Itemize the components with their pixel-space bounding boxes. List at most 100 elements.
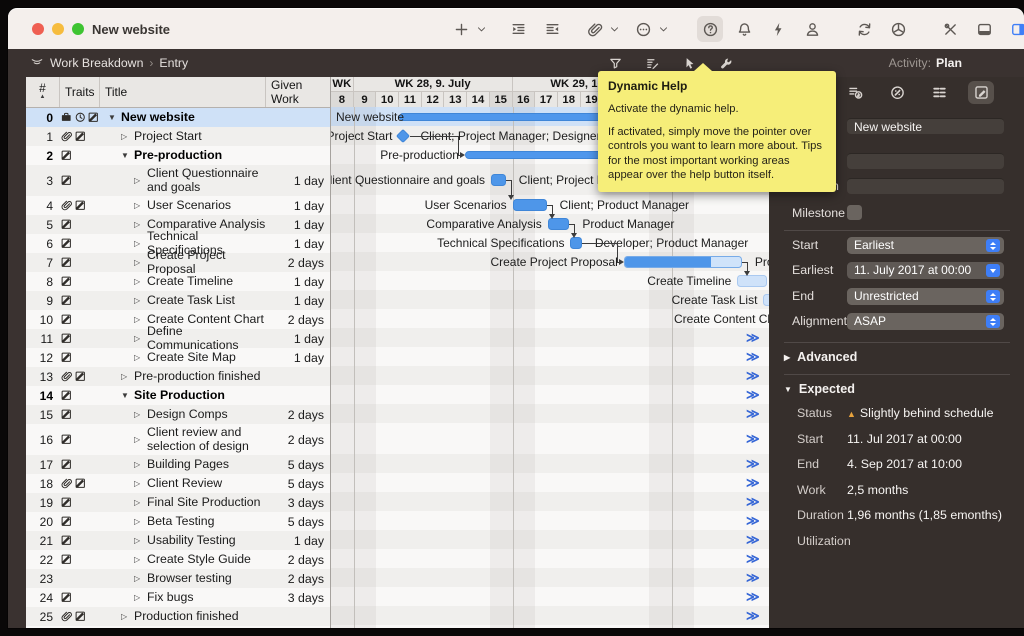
assign-user-icon[interactable] [799, 16, 825, 42]
disclosure-triangle[interactable]: ▷ [134, 174, 147, 188]
column-header-traits[interactable]: Traits [60, 77, 100, 107]
breadcrumb-section[interactable]: Work Breakdown [50, 56, 143, 70]
breadcrumb-page[interactable]: Entry [159, 56, 188, 70]
format-icon[interactable] [645, 56, 660, 71]
table-row[interactable]: 21▷Usability Testing1 day [26, 531, 330, 550]
disclosure-triangle[interactable]: ▷ [121, 610, 134, 624]
zoom-window-button[interactable] [72, 23, 84, 35]
tab-cost-icon[interactable] [842, 81, 868, 104]
settings-wrench-icon[interactable] [719, 56, 734, 71]
share-network-icon[interactable] [885, 16, 911, 42]
tab-rows-icon[interactable] [926, 81, 952, 104]
earliest-dropdown-button[interactable] [986, 264, 1000, 277]
table-row[interactable]: 17▷Building Pages5 days [26, 455, 330, 474]
disclosure-triangle[interactable]: ▷ [134, 199, 147, 213]
disclosure-triangle[interactable]: ▷ [134, 351, 147, 365]
tools-icon[interactable] [937, 16, 963, 42]
disclosure-triangle[interactable]: ▷ [134, 496, 147, 510]
quick-action-bolt-icon[interactable] [765, 16, 791, 42]
table-row[interactable]: 3▷Client Questionnaire and goals1 day [26, 165, 330, 196]
milestone-checkbox[interactable] [847, 205, 862, 220]
earliest-date-select[interactable]: 11. July 2017 at 00:00 [847, 262, 1004, 279]
duration-input[interactable] [847, 178, 1004, 194]
row-title: Pre-production finished [134, 370, 266, 384]
work-input[interactable] [847, 153, 1004, 169]
sync-icon[interactable] [851, 16, 877, 42]
table-row[interactable]: 9▷Create Task List1 day [26, 291, 330, 310]
expected-section-header[interactable]: ▼ Expected [784, 382, 855, 396]
table-row[interactable]: 23▷Browser testing2 days [26, 569, 330, 588]
disclosure-triangle[interactable]: ▷ [134, 591, 147, 605]
table-row[interactable]: 1▷Project Start [26, 127, 330, 146]
help-icon[interactable] [697, 16, 723, 42]
table-row[interactable]: 0▼New website [26, 108, 330, 127]
alignment-select[interactable]: ASAP [847, 313, 1004, 330]
table-row[interactable]: 8▷Create Timeline1 day [26, 272, 330, 291]
add-icon[interactable] [448, 16, 474, 42]
table-row[interactable]: 7▷Create Project Proposal2 days [26, 253, 330, 272]
table-row[interactable]: 13▷Pre-production finished [26, 367, 330, 386]
column-header-given-work[interactable]: Given Work [266, 77, 330, 107]
table-row[interactable]: 11▷Define Communications1 day [26, 329, 330, 348]
disclosure-triangle[interactable]: ▷ [121, 130, 134, 144]
title-input[interactable]: New website [847, 118, 1004, 134]
table-row[interactable]: 25▷Production finished [26, 607, 330, 626]
filter-icon[interactable] [608, 56, 623, 71]
start-select[interactable]: Earliest [847, 237, 1004, 254]
toggle-inspector-panel-icon[interactable] [1005, 16, 1024, 42]
column-header-number[interactable]: # ▲ [26, 77, 60, 107]
disclosure-triangle[interactable]: ▷ [134, 256, 147, 270]
table-row[interactable]: 24▷Fix bugs3 days [26, 588, 330, 607]
disclosure-triangle[interactable]: ▷ [134, 275, 147, 289]
tab-utilization-icon[interactable] [884, 81, 910, 104]
disclosure-triangle[interactable]: ▼ [108, 111, 121, 125]
start-stepper[interactable] [986, 239, 1000, 252]
close-window-button[interactable] [32, 23, 44, 35]
table-row[interactable]: 18▷Client Review5 days [26, 474, 330, 493]
disclosure-triangle[interactable]: ▷ [134, 534, 147, 548]
attachment-chevron-down-icon[interactable] [607, 16, 622, 42]
indent-icon[interactable] [505, 16, 531, 42]
attachment-icon[interactable] [581, 16, 607, 42]
disclosure-triangle[interactable]: ▷ [134, 218, 147, 232]
more-chevron-down-icon[interactable] [656, 16, 671, 42]
table-row[interactable]: 22▷Create Style Guide2 days [26, 550, 330, 569]
alignment-stepper[interactable] [986, 315, 1000, 328]
table-row[interactable]: 14▼Site Production [26, 386, 330, 405]
disclosure-triangle[interactable]: ▷ [134, 433, 147, 447]
end-stepper[interactable] [986, 290, 1000, 303]
breadcrumb[interactable]: Work Breakdown › Entry [30, 49, 188, 77]
table-row[interactable]: 20▷Beta Testing5 days [26, 512, 330, 531]
disclosure-triangle[interactable]: ▷ [134, 313, 147, 327]
disclosure-triangle[interactable]: ▷ [134, 458, 147, 472]
tab-edit-icon[interactable] [968, 81, 994, 104]
disclosure-triangle[interactable]: ▼ [121, 149, 134, 163]
disclosure-triangle[interactable]: ▼ [121, 389, 134, 403]
disclosure-triangle[interactable]: ▷ [134, 572, 147, 586]
notifications-bell-icon[interactable] [731, 16, 757, 42]
toggle-bottom-panel-icon[interactable] [971, 16, 997, 42]
table-row[interactable]: 2▼Pre-production [26, 146, 330, 165]
advanced-section-header[interactable]: ▶ Advanced [784, 350, 857, 364]
table-row[interactable]: 19▷Final Site Production3 days [26, 493, 330, 512]
end-select[interactable]: Unrestricted [847, 288, 1004, 305]
outdent-icon[interactable] [539, 16, 565, 42]
disclosure-triangle[interactable]: ▷ [134, 294, 147, 308]
disclosure-triangle[interactable]: ▷ [134, 332, 147, 346]
table-row[interactable]: 26▷Post-production [26, 626, 330, 628]
add-chevron-down-icon[interactable] [474, 16, 489, 42]
activity-value[interactable]: Plan [936, 56, 962, 70]
disclosure-triangle[interactable]: ▷ [134, 553, 147, 567]
table-row[interactable]: 15▷Design Comps2 days [26, 405, 330, 424]
disclosure-triangle[interactable]: ▷ [134, 408, 147, 422]
table-row[interactable]: 4▷User Scenarios1 day [26, 196, 330, 215]
column-header-title[interactable]: Title [100, 77, 266, 107]
disclosure-triangle[interactable]: ▷ [134, 477, 147, 491]
minimize-window-button[interactable] [52, 23, 64, 35]
table-row[interactable]: 16▷Client review and selection of design… [26, 424, 330, 455]
disclosure-triangle[interactable]: ▷ [134, 237, 147, 251]
disclosure-triangle[interactable]: ▷ [134, 515, 147, 529]
table-row[interactable]: 12▷Create Site Map1 day [26, 348, 330, 367]
disclosure-triangle[interactable]: ▷ [121, 370, 134, 384]
more-actions-icon[interactable] [630, 16, 656, 42]
